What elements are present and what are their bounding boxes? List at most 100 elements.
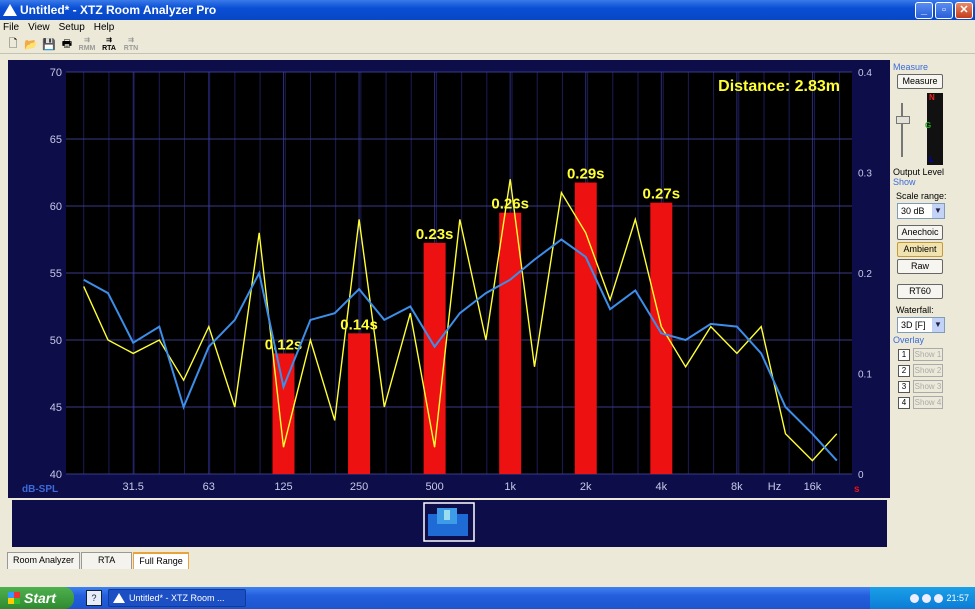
show-1-button[interactable]: Show 1 — [913, 348, 943, 361]
app-logo-icon — [3, 4, 17, 16]
rt60-bar-label: 0.27s — [643, 186, 681, 203]
x-tick-label: 63 — [203, 481, 215, 493]
rt60-bar — [499, 212, 522, 474]
rt60-bar-label: 0.12s — [265, 336, 303, 353]
x-tick-label: 4k — [655, 481, 667, 493]
rt60-bar-label: 0.26s — [491, 196, 529, 213]
y2-tick-label: 0.3 — [858, 169, 872, 180]
y-tick-label: 55 — [50, 268, 62, 280]
menu-help[interactable]: Help — [94, 22, 115, 33]
scale-range-label: Scale range: — [896, 191, 947, 201]
save-disk-icon[interactable]: 💾 — [42, 38, 56, 52]
ambient-button[interactable]: Ambient — [897, 242, 943, 257]
measure-group-title: Measure — [893, 62, 929, 72]
network-icon[interactable] — [910, 593, 920, 603]
x-tick-label: 1k — [504, 481, 516, 493]
start-button[interactable]: Start — [0, 587, 74, 609]
rt60-bar-label: 0.29s — [567, 166, 605, 183]
taskbar-item-room-analyzer[interactable]: Untitled* - XTZ Room ... — [108, 589, 246, 607]
x-tick-label: 8k — [731, 481, 743, 493]
scale-range-select[interactable]: 30 dB ▼ — [897, 203, 945, 219]
control-panel: Measure Measure N G L Output Level Show … — [893, 62, 949, 409]
output-level-slider[interactable] — [896, 116, 910, 124]
printer-icon[interactable]: 🖶 — [60, 38, 74, 52]
app-logo-icon — [113, 593, 125, 603]
open-folder-icon[interactable]: 📂 — [24, 38, 38, 52]
waterfall-label: Waterfall: — [896, 305, 934, 315]
security-icon[interactable] — [934, 593, 944, 603]
meter-g-label: G — [925, 121, 932, 130]
meter-n-label: N — [929, 93, 935, 102]
new-file-icon[interactable]: 🗋 — [6, 38, 20, 52]
taskbar: Start ? Untitled* - XTZ Room ... 21:57 — [0, 587, 975, 609]
meter-l-label: L — [929, 155, 934, 164]
system-tray: 21:57 — [870, 587, 975, 609]
y2-axis-unit: s — [854, 484, 860, 495]
x-tick-label: 16k — [804, 481, 822, 493]
clock: 21:57 — [946, 593, 969, 603]
x-tick-label: Hz — [768, 481, 781, 493]
menu-view[interactable]: View — [28, 22, 50, 33]
waterfall-select[interactable]: 3D [F] ▼ — [897, 317, 945, 333]
y-tick-label: 65 — [50, 134, 62, 146]
volume-icon[interactable] — [922, 593, 932, 603]
rt60-button[interactable]: RT60 — [897, 284, 943, 299]
overlay-group-title: Overlay — [893, 335, 925, 345]
menu-setup[interactable]: Setup — [59, 22, 85, 33]
frequency-chart[interactable]: 0.12s0.14s0.23s0.26s0.29s0.27s 31.5 63 125… — [8, 60, 890, 498]
y2-tick-label: 0.1 — [858, 370, 872, 381]
x-tick-label: 125 — [274, 481, 292, 493]
overlay-row-4: 4 Show 4 — [898, 396, 949, 409]
rt60-bar — [574, 182, 597, 475]
y2-tick-label: 0 — [858, 470, 864, 481]
rt60-bar — [348, 333, 371, 474]
overlay-row-2: 2 Show 2 — [898, 364, 949, 377]
y-axis-unit: dB-SPL — [22, 484, 58, 495]
overlay-row-1: 1 Show 1 — [898, 348, 949, 361]
x-tick-label: 31.5 — [123, 481, 144, 493]
rta-button[interactable]: ⇉ RTA — [100, 37, 118, 53]
tab-rta[interactable]: RTA — [81, 552, 133, 569]
anechoic-button[interactable]: Anechoic — [897, 225, 943, 240]
menu-file[interactable]: File — [3, 22, 19, 33]
title-bar: Untitled* - XTZ Room Analyzer Pro _ ▫ ✕ — [0, 0, 975, 20]
tab-full-range[interactable]: Full Range — [133, 552, 189, 569]
distance-label: Distance: 2.83m — [718, 78, 840, 95]
window-title: Untitled* - XTZ Room Analyzer Pro — [20, 3, 217, 17]
output-level-label: Output Level — [893, 167, 945, 177]
y-tick-label: 60 — [50, 201, 62, 213]
chevron-down-icon: ▼ — [932, 318, 944, 332]
rt60-bar — [423, 242, 446, 474]
waterfall-thumbnail[interactable] — [12, 500, 887, 547]
view-tabs: Room Analyzer RTA Full Range — [7, 552, 190, 569]
y2-tick-label: 0.4 — [858, 68, 872, 79]
quick-launch-help-icon[interactable]: ? — [86, 590, 102, 606]
toolbar: 🗋 📂 💾 🖶 ⇉ RMM ⇉ RTA ⇉ RTN — [0, 36, 975, 54]
overlay-row-3: 3 Show 3 — [898, 380, 949, 393]
raw-button[interactable]: Raw — [897, 259, 943, 274]
maximize-button[interactable]: ▫ — [935, 1, 953, 19]
rmm-button[interactable]: ⇉ RMM — [78, 37, 96, 53]
overlay-2-button[interactable]: 2 — [898, 364, 910, 377]
chart-frame: 0.12s 0.14s 0.23s 0.26s 0.29s 0.27s 31.5 63 125… — [8, 60, 890, 498]
y2-tick-label: 0.2 — [858, 269, 872, 280]
overlay-1-button[interactable]: 1 — [898, 348, 910, 361]
overlay-3-button[interactable]: 3 — [898, 380, 910, 393]
show-4-button[interactable]: Show 4 — [913, 396, 943, 409]
show-group-title: Show — [893, 177, 916, 187]
rt60-bar-label: 0.23s — [416, 226, 454, 243]
chevron-down-icon: ▼ — [932, 204, 944, 218]
y-tick-label: 40 — [50, 469, 62, 481]
rtn-button[interactable]: ⇉ RTN — [122, 37, 140, 53]
y-tick-label: 50 — [50, 335, 62, 347]
close-button[interactable]: ✕ — [955, 1, 973, 19]
output-level-meter: N G L — [893, 91, 949, 167]
minimize-button[interactable]: _ — [915, 1, 933, 19]
overlay-4-button[interactable]: 4 — [898, 396, 910, 409]
tab-room-analyzer[interactable]: Room Analyzer — [7, 552, 81, 569]
windows-flag-icon — [8, 592, 20, 604]
show-2-button[interactable]: Show 2 — [913, 364, 943, 377]
show-3-button[interactable]: Show 3 — [913, 380, 943, 393]
waterfall-thumbnail-frame — [12, 500, 887, 547]
measure-button[interactable]: Measure — [897, 74, 943, 89]
